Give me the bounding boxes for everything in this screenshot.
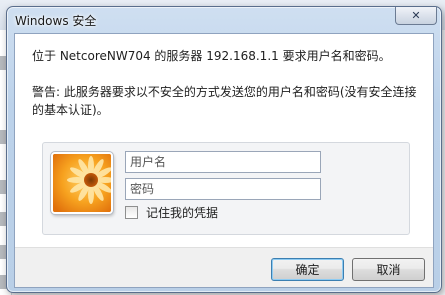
dialog-title: Windows 安全	[15, 14, 97, 28]
cancel-button[interactable]: 取消	[352, 258, 425, 281]
windows-security-dialog: Windows 安全 ✕ 位于 NetcoreNW704 的服务器 192.16…	[6, 6, 442, 293]
title-bar[interactable]: Windows 安全 ✕	[7, 7, 441, 32]
button-bar: 确定 取消	[15, 247, 433, 287]
security-warning: 警告: 此服务器要求以不安全的方式发送您的用户名和密码(没有安全连接的基本认证)…	[32, 85, 417, 117]
server-message: 位于 NetcoreNW704 的服务器 192.168.1.1 要求用户名和密…	[32, 49, 391, 63]
remember-credentials[interactable]: 记住我的凭据	[125, 204, 218, 220]
user-avatar-icon	[51, 152, 113, 214]
dialog-content: 位于 NetcoreNW704 的服务器 192.168.1.1 要求用户名和密…	[14, 33, 434, 288]
remember-label[interactable]: 记住我的凭据	[146, 204, 218, 221]
username-field[interactable]	[125, 151, 321, 173]
close-button[interactable]: ✕	[395, 7, 437, 25]
remember-checkbox[interactable]	[125, 205, 138, 219]
ok-button[interactable]: 确定	[271, 258, 344, 281]
credential-panel: 记住我的凭据	[42, 142, 410, 235]
password-field[interactable]	[125, 178, 321, 200]
close-icon: ✕	[411, 9, 421, 22]
